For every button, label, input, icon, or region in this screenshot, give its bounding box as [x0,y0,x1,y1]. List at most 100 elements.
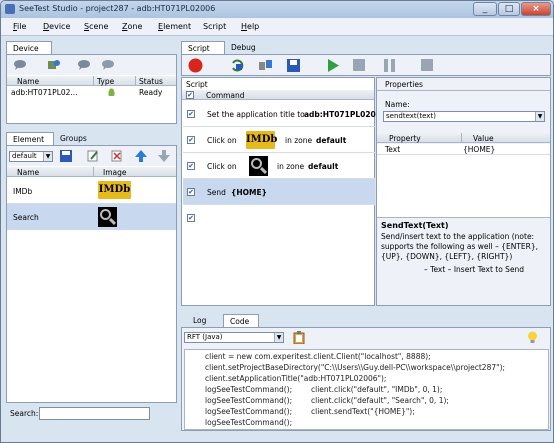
zone-select[interactable]: default ▼ [9,151,53,162]
command-mid: in zone [277,162,305,171]
command-arg: {HOME} [231,188,267,197]
device-table-header: Name Type Status [7,76,176,86]
help-line: {UP}, {DOWN}, {LEFT}, {RIGHT}) [381,252,513,261]
tab-element[interactable]: Element [6,132,54,145]
command-header: ✔ Command [182,90,374,100]
tab-groups[interactable]: Groups [54,132,94,145]
delete-icon[interactable] [110,150,124,162]
properties-title: Properties [385,80,423,89]
code-panel: RFT (Java) ▼ client = new com.experitest… [181,327,551,431]
device-add-icon[interactable] [13,59,27,71]
command-row-5[interactable]: ✔ [183,205,375,231]
device-remove-icon[interactable] [101,59,115,71]
command-checkbox[interactable]: ✔ [187,188,195,196]
code-line: client.setProjectBaseDirectory("C:\\User… [205,363,506,372]
code-line: logSeeTestCommand(); [205,418,293,427]
lightbulb-icon[interactable] [527,331,538,344]
title-bar: SeeTest Studio - project287 - adb:HT071P… [1,1,553,18]
command-row-3[interactable]: ✔ Click on in zone default [183,153,375,179]
move-down-icon[interactable] [157,150,171,162]
select-all-checkbox[interactable]: ✔ [186,91,194,99]
app-icon [5,4,15,14]
tab-log[interactable]: Log [187,314,217,327]
command-mid: in zone [285,136,313,145]
stop-icon[interactable] [353,59,365,71]
element-search-input[interactable] [39,407,150,420]
maximize-button[interactable]: □ [498,2,520,16]
menu-file[interactable]: File [13,22,26,31]
tab-script[interactable]: Script [181,41,225,54]
command-name-select[interactable]: sendtext(text) ▼ [383,111,545,122]
device-message-icon[interactable] [77,59,91,71]
command-checkbox[interactable]: ✔ [187,136,195,144]
code-line: logSeeTestCommand(); client.click("defaul… [205,385,443,394]
help-line: – Text – Insert Text to Send [424,265,525,274]
element-row-search[interactable]: Search [7,204,176,230]
col-value: Value [473,134,494,143]
script-header: Script [186,80,208,89]
command-checkbox[interactable]: ✔ [187,162,195,170]
window-title: SeeTest Studio - project287 - adb:HT071P… [19,4,216,13]
command-text: Send [207,188,226,197]
save-script-icon[interactable] [286,58,301,73]
device-toolbar [7,55,176,75]
col-command: Command [206,91,245,100]
language-select[interactable]: RFT (Java) ▼ [184,332,284,343]
android-icon [108,88,115,96]
device-connect-icon[interactable] [47,59,61,71]
menu-device[interactable]: Device [43,22,70,31]
tab-code[interactable]: Code [223,314,259,327]
command-arg: default [308,162,339,171]
menu-bar: File Device Scene Zone Element Script He… [1,18,553,36]
command-arg: adb:HT071PL020 [304,110,376,119]
code-editor[interactable]: client = new com.experitest.client.Clien… [184,349,549,430]
help-line: Send/insert text to the application (not… [381,232,535,241]
col-element-name: Name [17,168,40,177]
menu-element[interactable]: Element [158,22,191,31]
command-checkbox[interactable]: ✔ [187,110,195,118]
transform-icon[interactable] [258,58,273,73]
property-row[interactable]: Text {HOME} [377,144,550,155]
code-line: logSeeTestCommand(); client.click("defaul… [205,396,449,405]
stop-all-icon[interactable] [421,59,433,71]
device-row[interactable]: adb:HT071PL02... Ready [7,86,176,99]
command-checkbox[interactable]: ✔ [187,214,195,222]
menu-script[interactable]: Script [203,22,226,31]
col-name: Name [17,77,40,86]
tab-debug[interactable]: Debug [225,41,263,54]
device-name: adb:HT071PL02... [11,88,78,97]
command-text: Set the application title to [207,110,305,119]
name-label: Name: [385,100,410,109]
clipboard-icon[interactable] [293,331,305,344]
element-name: Search [13,213,39,222]
play-icon[interactable] [325,58,340,73]
command-row-1[interactable]: ✔ Set the application title to adb:HT071… [183,101,376,127]
help-title: SendText(Text) [381,221,449,230]
edit-icon[interactable] [86,150,100,162]
code-line: client = new com.experitest.client.Clien… [205,352,431,361]
help-line: supports the following as well – {ENTER}… [381,242,539,251]
minimize-button[interactable]: _ [473,2,497,16]
record-icon[interactable] [188,58,203,73]
move-up-icon[interactable] [134,150,148,162]
element-row-imdb[interactable]: IMDb IMDb [7,177,176,204]
element-table-header: Name Image [7,167,176,177]
chevron-down-icon: ▼ [535,112,544,121]
command-row-4[interactable]: ✔ Send {HOME} [183,179,375,205]
tab-device[interactable]: Device [6,41,52,54]
element-toolbar: default ▼ [7,146,176,166]
menu-scene[interactable]: Scene [84,22,108,31]
menu-help[interactable]: Help [241,22,259,31]
app-window: SeeTest Studio - project287 - adb:HT071P… [0,0,554,443]
save-icon[interactable] [59,150,73,162]
imdb-logo-image: IMDb [246,131,277,149]
element-name: IMDb [13,187,33,196]
close-button[interactable]: × [521,2,551,16]
col-element-image: Image [103,168,127,177]
command-row-2[interactable]: ✔ Click on IMDb in zone default [183,127,375,153]
device-status: Ready [139,88,163,97]
menu-zone[interactable]: Zone [122,22,142,31]
pause-icon[interactable] [382,58,397,73]
element-panel: default ▼ Name Image IMDb IMDb Search [6,145,177,403]
refresh-icon[interactable] [230,58,245,73]
